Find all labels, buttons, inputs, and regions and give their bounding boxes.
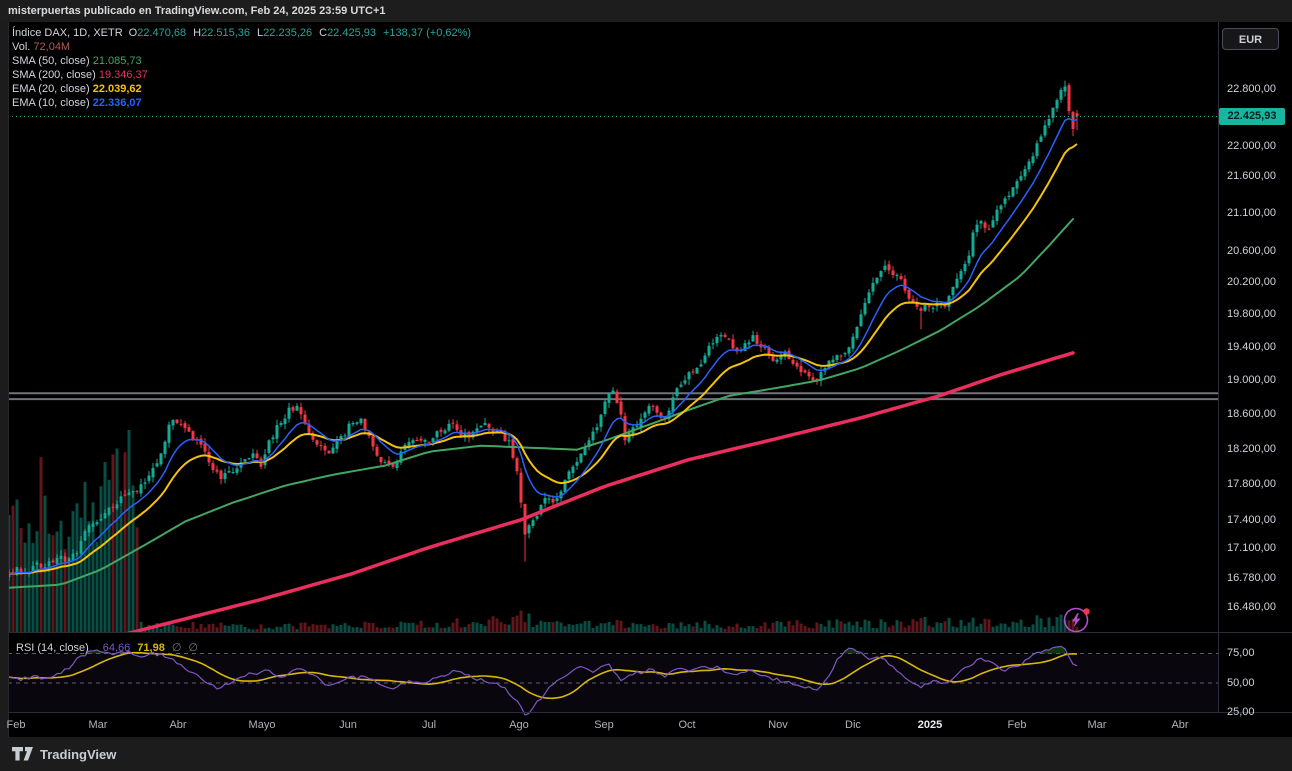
indicator-row[interactable]: EMA (10, close) 22.336,07 [12, 96, 471, 110]
price-axis-label: 18.600,00 [1227, 408, 1276, 420]
indicator-value: 19.346,37 [98, 69, 148, 81]
indicator-label: EMA (20, close) [12, 83, 93, 95]
lightning-icon [1063, 607, 1090, 633]
main-legend: Índice DAX, 1D, XETR O22.470,68 H22.515,36… [12, 26, 471, 110]
price-axis-label: 20.600,00 [1227, 245, 1276, 257]
symbol-title: Índice DAX, 1D, XETR [12, 27, 123, 39]
ohlc-key: O [128, 27, 138, 39]
change-value: +138,37 (+0,62%) [383, 27, 472, 39]
indicator-row[interactable]: SMA (200, close) 19.346,37 [12, 68, 471, 82]
time-tick: Jun [339, 719, 357, 731]
indicator-value: 22.336,07 [92, 97, 142, 109]
indicator-row[interactable]: SMA (50, close) 21.085,73 [12, 54, 471, 68]
price-axis-label: 17.400,00 [1227, 514, 1276, 526]
ohlc-key: H [193, 27, 202, 39]
rsi-value: ∅ [188, 642, 198, 654]
indicator-label: EMA (10, close) [12, 97, 93, 109]
ohlc-value: 22.515,36 [201, 27, 251, 39]
time-tick: Ago [509, 719, 529, 731]
last-price-badge: 22.425,93 [1219, 108, 1285, 125]
ohlc-value: 22.425,93 [327, 27, 376, 39]
time-tick: Mar [1087, 719, 1107, 731]
time-tick: 2025 [917, 719, 943, 731]
time-tick: Jul [421, 719, 437, 731]
symbol-row[interactable]: Índice DAX, 1D, XETR O22.470,68 H22.515,36… [12, 26, 471, 40]
time-tick: Dic [845, 719, 861, 731]
boost-button[interactable] [1062, 605, 1092, 635]
indicator-label: SMA (200, close) [12, 69, 99, 81]
indicator-value: 22.039,62 [92, 83, 142, 95]
rsi-legend-label: RSI (14, close) [16, 642, 89, 654]
rsi-value: ∅ [171, 642, 182, 654]
indicator-row[interactable]: Vol. 72,04M [12, 40, 471, 54]
price-axis-label: 19.000,00 [1227, 374, 1276, 386]
rsi-pane [8, 645, 1218, 716]
price-axis-label: 21.600,00 [1227, 170, 1276, 182]
indicator-value: 21.085,73 [92, 55, 142, 67]
tradingview-mark-icon [12, 746, 33, 760]
ohlc-item: L22.235,26 [257, 27, 312, 39]
ohlc-item: H22.515,36 [193, 27, 250, 39]
time-tick: Oct [678, 719, 696, 731]
price-axis[interactable]: 22.800,00 22.000,00 21.600,00 21.100,00 20.6… [1218, 22, 1292, 718]
indicator-label: Vol. [12, 41, 34, 53]
price-axis-label: 19.400,00 [1227, 341, 1276, 353]
rsi-axis-label: 25,00 [1227, 706, 1255, 718]
time-tick: Abr [1171, 719, 1189, 731]
indicator-value: 72,04M [33, 41, 71, 53]
ohlc-values: O22.470,68 H22.515,36 L22.235,26 C22.425,93 [129, 27, 383, 39]
rsi-legend-values: 64,66 71,98 ∅ ∅ [103, 642, 205, 654]
price-axis-label: 17.800,00 [1227, 478, 1276, 490]
price-axis-label: 22.800,00 [1227, 83, 1276, 95]
price-axis-label: 22.000,00 [1227, 140, 1276, 152]
price-axis-label: 17.100,00 [1227, 542, 1276, 554]
ohlc-value: 22.235,26 [263, 27, 313, 39]
indicator-rows: Vol. 72,04M SMA (50, close) 21.085,73 SMA … [12, 40, 471, 110]
ohlc-key: C [319, 27, 328, 39]
price-axis-label: 20.200,00 [1227, 276, 1276, 288]
ohlc-value: 22.470,68 [137, 27, 187, 39]
time-tick: Sep [594, 719, 614, 731]
rsi-axis-label: 75,00 [1227, 647, 1255, 659]
ohlc-item: C22.425,93 [319, 27, 376, 39]
price-axis-label: 16.780,00 [1227, 572, 1276, 584]
currency-button[interactable]: EUR [1222, 28, 1279, 50]
indicator-label: SMA (50, close) [12, 55, 93, 67]
time-tick: Feb [6, 719, 26, 731]
time-tick: Abr [169, 719, 187, 731]
tradingview-wordmark: TradingView [40, 746, 117, 762]
footer: TradingView [0, 737, 1292, 771]
time-tick: Feb [1007, 719, 1027, 731]
rsi-legend[interactable]: RSI (14, close) 64,66 71,98 ∅ ∅ [16, 641, 212, 655]
time-tick: Mayo [248, 719, 276, 731]
time-axis[interactable]: Feb Mar Abr Mayo Jun Jul Ago Sep Oct Nov Dic 2025 Fe… [0, 713, 1218, 737]
time-tick: Nov [768, 719, 788, 731]
price-axis-label: 21.100,00 [1227, 207, 1276, 219]
rsi-axis-label: 50,00 [1227, 677, 1255, 689]
tradingview-chart-page: misterpuertas publicado en TradingView.c… [0, 0, 1292, 771]
rsi-value: 71,98 [137, 642, 165, 654]
chart-canvas[interactable] [0, 0, 1292, 771]
price-axis-label: 19.800,00 [1227, 308, 1276, 320]
price-axis-label: 18.200,00 [1227, 443, 1276, 455]
indicator-row[interactable]: EMA (20, close) 22.039,62 [12, 82, 471, 96]
rsi-value: 64,66 [102, 642, 131, 654]
tradingview-logo[interactable]: TradingView [12, 745, 116, 763]
price-axis-label: 16.480,00 [1227, 601, 1276, 613]
ohlc-item: O22.470,68 [129, 27, 187, 39]
time-tick: Mar [88, 719, 108, 731]
